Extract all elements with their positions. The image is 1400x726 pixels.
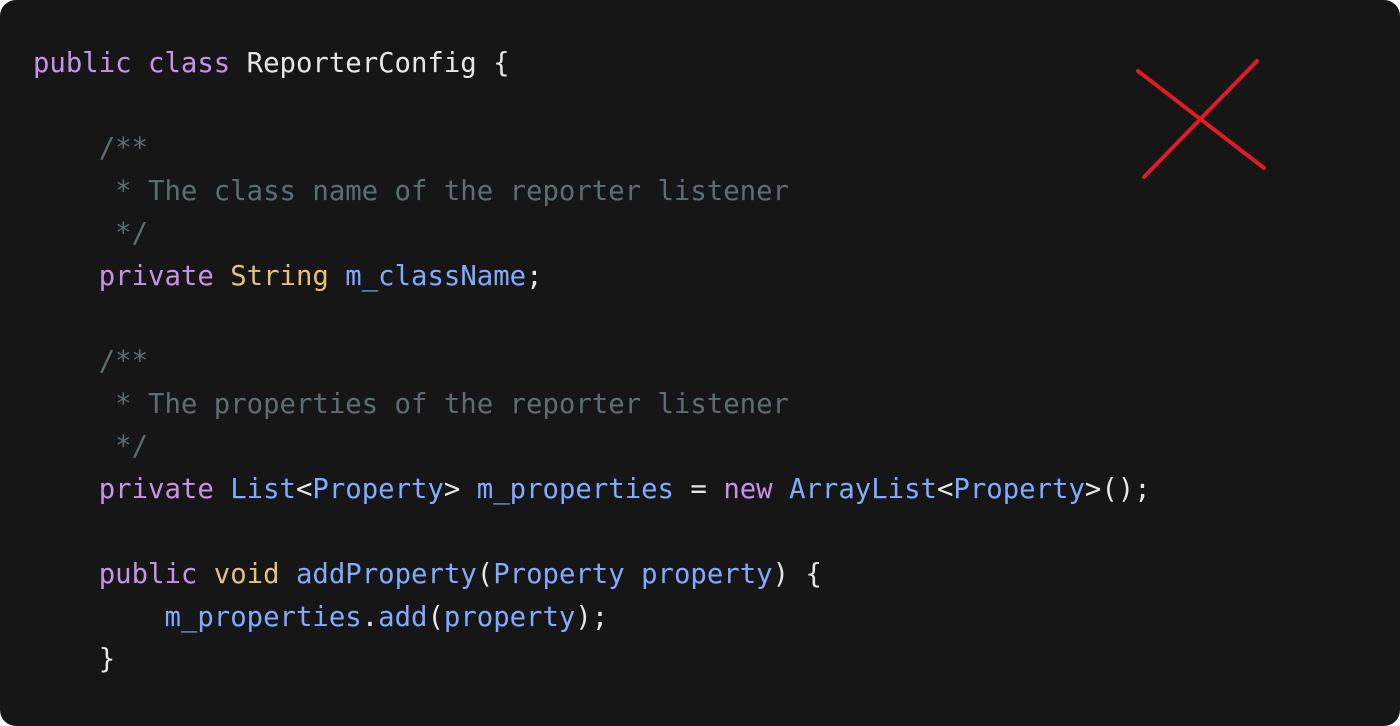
- code-token-comment: */: [33, 431, 149, 463]
- code-token-identifier: ArrayList: [789, 473, 937, 505]
- code-token-plain: ;: [526, 260, 543, 292]
- code-token-plain: <: [295, 473, 313, 505]
- code-line: private List<Property> m_properties = ne…: [33, 469, 1151, 512]
- code-token-identifier: addProperty: [295, 559, 477, 591]
- code-token-identifier: property: [641, 559, 773, 591]
- code-token-identifier: m_properties: [164, 601, 362, 633]
- code-token-keyword: new: [723, 473, 773, 505]
- close-icon: [1136, 59, 1266, 179]
- code-token-keyword: public: [33, 48, 132, 79]
- code-line: m_properties.add(property);: [33, 597, 1151, 640]
- code-token-keyword: private: [98, 260, 214, 292]
- code-line: * The class name of the reporter listene…: [33, 171, 1151, 214]
- code-line: */: [33, 213, 1151, 256]
- code-token-comment: /**: [33, 346, 149, 378]
- code-block: public class ReporterConfig { /** * The …: [33, 43, 1151, 682]
- code-token-identifier: Property: [312, 473, 444, 505]
- code-token-keyword: public: [98, 559, 198, 591]
- code-line: /**: [33, 128, 1151, 171]
- code-token-plain: ) {: [772, 559, 822, 591]
- code-token-plain: .: [361, 601, 379, 633]
- code-token-keyword: class: [148, 48, 231, 79]
- code-token-identifier: Property: [493, 559, 625, 591]
- code-token-type: String: [230, 260, 329, 292]
- code-token-type: void: [213, 559, 280, 591]
- code-token-plain: }: [33, 644, 116, 676]
- code-token-plain: =: [674, 473, 724, 505]
- code-line: private String m_className;: [33, 256, 1151, 299]
- code-line: public class ReporterConfig {: [33, 43, 1151, 86]
- code-token-identifier: m_properties: [476, 473, 674, 505]
- code-line: public void addProperty(Property propert…: [33, 554, 1151, 597]
- code-token-comment: /**: [33, 133, 149, 165]
- code-line: }: [33, 639, 1151, 682]
- code-line: /**: [33, 341, 1151, 384]
- code-token-comment: * The properties of the reporter listene…: [33, 388, 789, 420]
- code-token-identifier: m_className: [345, 260, 527, 292]
- code-line: */: [33, 426, 1151, 469]
- code-token-plain: >: [443, 473, 477, 505]
- code-token-identifier: Property: [953, 473, 1085, 505]
- code-token-plain: (: [476, 559, 494, 591]
- code-token-plain: (: [427, 601, 444, 633]
- code-line: * The properties of the reporter listene…: [33, 384, 1151, 427]
- code-snippet-card: public class ReporterConfig { /** * The …: [0, 0, 1400, 726]
- code-token-keyword: private: [98, 473, 214, 505]
- code-token-plain: <: [936, 473, 954, 505]
- code-token-comment: * The class name of the reporter listene…: [33, 175, 789, 207]
- code-token-identifier: List: [230, 473, 296, 505]
- code-token-plain: >();: [1084, 473, 1151, 505]
- code-token-identifier: property: [443, 601, 576, 633]
- code-token-comment: */: [33, 218, 149, 250]
- code-token-plain: );: [575, 601, 609, 633]
- code-token-identifier: add: [378, 601, 428, 633]
- code-token-plain: ReporterConfig {: [230, 48, 510, 79]
